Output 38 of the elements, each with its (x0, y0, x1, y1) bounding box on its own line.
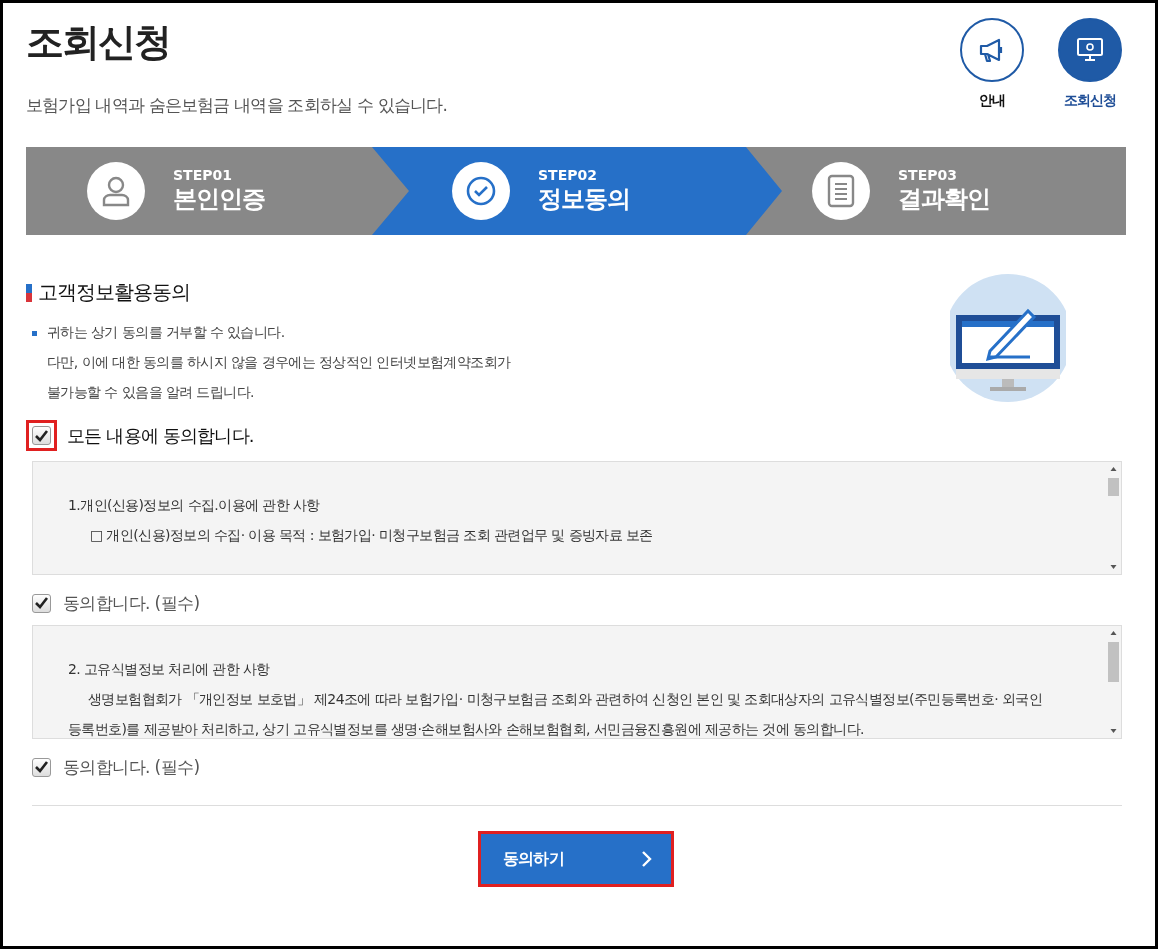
heading-marker-icon (26, 283, 32, 302)
bullet-icon (32, 330, 37, 336)
step-number: STEP02 (538, 167, 598, 183)
person-icon (101, 175, 131, 207)
terms-text: □ 개인(신용)정보의 수집· 이용 목적 : 보험가입· 미청구보험금 조회 관련업무 및 증빙자료 보존 (89, 526, 654, 545)
checkbox[interactable] (32, 426, 51, 445)
quick-link[interactable]: 안내 (960, 18, 1024, 147)
agree-button[interactable]: 동의하기 (481, 834, 671, 884)
scroll-up-icon[interactable] (1110, 631, 1117, 635)
checkbox[interactable] (32, 593, 51, 613)
checkbox-label: 동의합니다. (필수) (63, 755, 200, 779)
monitor-icon (1076, 37, 1104, 63)
checkbox-label: 동의합니다. (필수) (63, 591, 200, 615)
scroll-down-icon[interactable] (1110, 729, 1117, 733)
terms-text: 생명보험협회가 「개인정보 보호법」 제24조에 따라 보험가입· 미청구보험금 조회와 관련하여 신청인 본인 및 조회대상자의 고유식별정보(주민등록번호· 외국인등록번호)를 제공받아 처리하고, 상기 고유식별정보를 생명·손해보험사와 손해보험협회, 서민금융진흥원에 제공하는 것에 동의합니다. (68, 690, 1044, 738)
scroll-up-icon[interactable] (1110, 467, 1117, 471)
note-text: 귀하는 상기 동의를 거부할 수 있습니다. (47, 324, 285, 342)
terms-heading: 2. 고유식별정보 처리에 관한 사항 (68, 660, 271, 679)
page-subtitle: 보험가입 내역과 숨은보험금 내역을 조회하실 수 있습니다. (26, 94, 448, 117)
section-title: 고객정보활용동의 (38, 279, 190, 306)
note-text: 불가능할 수 있음을 알려 드립니다. (47, 384, 254, 402)
checkbox-label: 모든 내용에 동의합니다. (67, 423, 254, 448)
check-circle-icon (465, 175, 497, 207)
scroll-thumb[interactable] (1108, 642, 1119, 682)
step-label: 정보동의 (538, 184, 630, 215)
step-label: 본인인증 (173, 184, 265, 215)
quick-link[interactable]: 조회신청 (1058, 18, 1122, 147)
terms-heading: 1.개인(신용)정보의 수집.이용에 관한 사항 (68, 496, 321, 515)
note-text: 다만, 이에 대한 동의를 하시지 않을 경우에는 정상적인 인터넷보험계약조회가 (47, 354, 511, 372)
step-label: 결과확인 (898, 184, 990, 215)
page-title: 조회신청 (26, 19, 171, 66)
step-number: STEP01 (173, 167, 233, 183)
checkbox[interactable] (32, 757, 51, 777)
document-icon (827, 174, 855, 208)
chevron-right-icon (641, 850, 653, 868)
scroll-thumb[interactable] (1108, 478, 1119, 496)
step-number: STEP03 (898, 167, 958, 183)
scroll-down-icon[interactable] (1110, 565, 1117, 569)
